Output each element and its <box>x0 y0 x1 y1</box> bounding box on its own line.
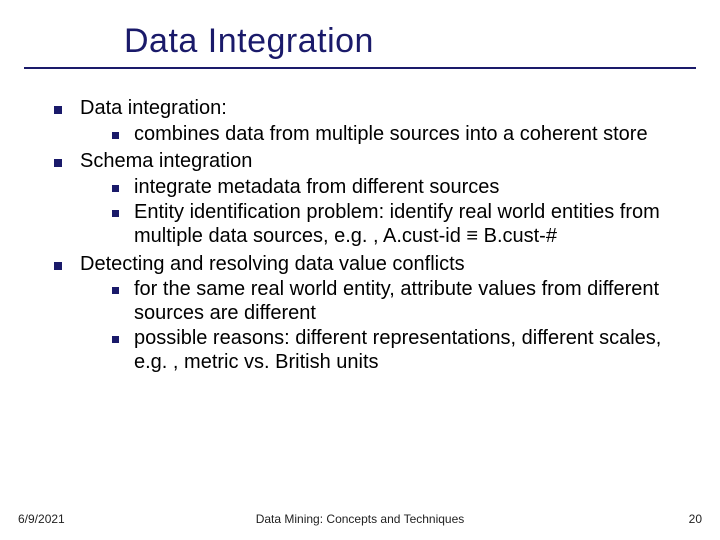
list-item: possible reasons: different representati… <box>104 327 680 374</box>
list-item: Detecting and resolving data value confl… <box>40 253 680 375</box>
bullet-sublist: integrate metadata from different source… <box>80 176 680 249</box>
slide-body: Data integration: combines data from mul… <box>0 69 720 375</box>
list-item: Data integration: combines data from mul… <box>40 97 680 146</box>
slide-title: Data Integration <box>0 0 720 67</box>
footer-center: Data Mining: Concepts and Techniques <box>0 512 720 526</box>
bullet-sublist: for the same real world entity, attribut… <box>80 278 680 374</box>
list-item: integrate metadata from different source… <box>104 176 680 200</box>
bullet-sublist: combines data from multiple sources into… <box>80 123 680 147</box>
list-item: combines data from multiple sources into… <box>104 123 680 147</box>
bullet-text: Detecting and resolving data value confl… <box>80 253 465 275</box>
bullet-list: Data integration: combines data from mul… <box>40 97 680 375</box>
bullet-text: integrate metadata from different source… <box>134 176 499 198</box>
bullet-text: Data integration: <box>80 97 227 119</box>
bullet-text: Entity identification problem: identify … <box>134 201 660 247</box>
bullet-text: combines data from multiple sources into… <box>134 123 648 145</box>
bullet-text: for the same real world entity, attribut… <box>134 278 659 324</box>
list-item: Entity identification problem: identify … <box>104 201 680 248</box>
list-item: for the same real world entity, attribut… <box>104 278 680 325</box>
footer-page-number: 20 <box>689 512 702 526</box>
bullet-text: Schema integration <box>80 150 252 172</box>
bullet-text: possible reasons: different representati… <box>134 327 661 373</box>
slide: Data Integration Data integration: combi… <box>0 0 720 540</box>
list-item: Schema integration integrate metadata fr… <box>40 150 680 248</box>
